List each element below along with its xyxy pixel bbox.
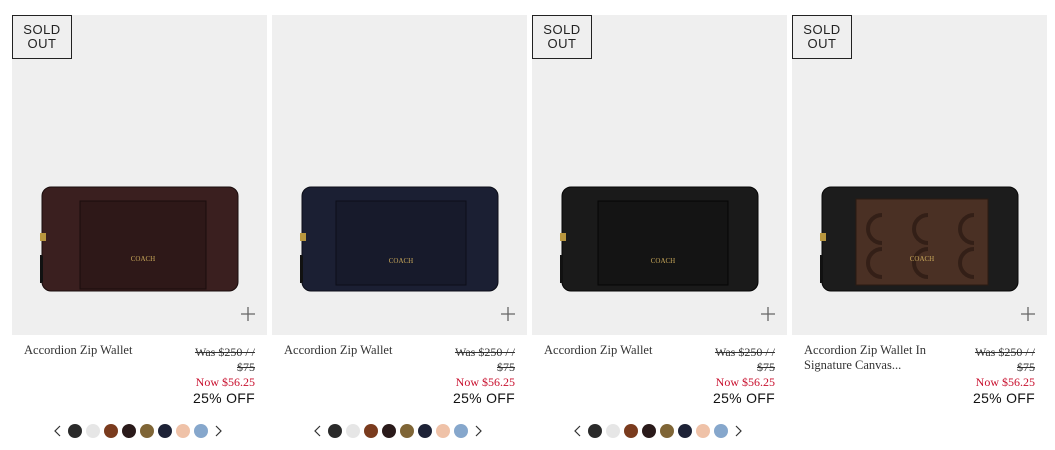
swatch[interactable] — [176, 424, 190, 438]
chevron-left-icon[interactable] — [52, 424, 64, 438]
price-block: Was $250 / / $75 Now $56.25 25% OFF — [425, 345, 515, 407]
swatch[interactable] — [194, 424, 208, 438]
product-card[interactable]: SOLD OUT COACH Accordion Zip Wallet In S… — [792, 15, 1047, 450]
product-card[interactable]: COACH Accordion Zip Wallet Was $250 / / … — [272, 15, 527, 450]
was-price: Was $250 / / — [194, 345, 255, 359]
swatch[interactable] — [86, 424, 100, 438]
was-price-cont: $75 — [757, 360, 775, 374]
wallet-image: COACH — [560, 186, 759, 292]
was-price-cont: $75 — [1017, 360, 1035, 374]
swatch[interactable] — [606, 424, 620, 438]
chevron-right-icon[interactable] — [732, 424, 744, 438]
was-price: Was $250 / / — [974, 345, 1035, 359]
was-price: Was $250 / / — [454, 345, 515, 359]
was-price-cont: $75 — [497, 360, 515, 374]
was-price: Was $250 / / — [714, 345, 775, 359]
swatch[interactable] — [104, 424, 118, 438]
swatch[interactable] — [382, 424, 396, 438]
now-price: Now $56.25 — [975, 375, 1035, 389]
product-image[interactable]: SOLD OUT COACH — [12, 15, 267, 335]
discount-label: 25% OFF — [192, 390, 255, 406]
now-price: Now $56.25 — [715, 375, 775, 389]
discount-label: 25% OFF — [452, 390, 515, 406]
swatch[interactable] — [328, 424, 342, 438]
brand-logo: COACH — [651, 257, 676, 265]
brand-logo: COACH — [910, 255, 935, 263]
now-price: Now $56.25 — [195, 375, 255, 389]
price-block: Was $250 / / $75 Now $56.25 25% OFF — [685, 345, 775, 407]
price-block: Was $250 / / $75 Now $56.25 25% OFF — [945, 345, 1035, 407]
product-image[interactable]: SOLD OUT COACH — [532, 15, 787, 335]
swatch[interactable] — [642, 424, 656, 438]
sold-out-badge: SOLD OUT — [12, 15, 72, 59]
swatch[interactable] — [400, 424, 414, 438]
swatch[interactable] — [714, 424, 728, 438]
swatch[interactable] — [436, 424, 450, 438]
swatch[interactable] — [660, 424, 674, 438]
product-name[interactable]: Accordion Zip Wallet — [284, 343, 434, 358]
brand-logo: COACH — [389, 257, 414, 265]
plus-icon[interactable] — [499, 305, 517, 323]
product-card[interactable]: SOLD OUT COACH Accordion Zip Wallet Was … — [12, 15, 267, 450]
discount-label: 25% OFF — [972, 390, 1035, 406]
product-image[interactable]: COACH — [272, 15, 527, 335]
swatch[interactable] — [696, 424, 710, 438]
discount-label: 25% OFF — [712, 390, 775, 406]
wallet-image: COACH — [300, 186, 499, 292]
brand-logo: COACH — [131, 255, 156, 263]
swatch[interactable] — [418, 424, 432, 438]
now-price: Now $56.25 — [455, 375, 515, 389]
product-card[interactable]: SOLD OUT COACH Accordion Zip Wallet Was … — [532, 15, 787, 450]
product-name[interactable]: Accordion Zip Wallet — [544, 343, 694, 358]
product-name[interactable]: Accordion Zip Wallet In Signature Canvas… — [804, 343, 954, 373]
product-name[interactable]: Accordion Zip Wallet — [24, 343, 174, 358]
color-swatches — [312, 424, 484, 438]
chevron-left-icon[interactable] — [572, 424, 584, 438]
swatch[interactable] — [588, 424, 602, 438]
chevron-right-icon[interactable] — [212, 424, 224, 438]
chevron-right-icon[interactable] — [472, 424, 484, 438]
swatch[interactable] — [624, 424, 638, 438]
was-price-cont: $75 — [237, 360, 255, 374]
swatch[interactable] — [678, 424, 692, 438]
wallet-image: COACH — [820, 186, 1019, 292]
swatch[interactable] — [158, 424, 172, 438]
swatch[interactable] — [346, 424, 360, 438]
chevron-left-icon[interactable] — [312, 424, 324, 438]
sold-out-badge: SOLD OUT — [792, 15, 852, 59]
swatch[interactable] — [364, 424, 378, 438]
color-swatches — [572, 424, 744, 438]
swatch[interactable] — [454, 424, 468, 438]
plus-icon[interactable] — [759, 305, 777, 323]
product-image[interactable]: SOLD OUT COACH — [792, 15, 1047, 335]
swatch[interactable] — [68, 424, 82, 438]
price-block: Was $250 / / $75 Now $56.25 25% OFF — [165, 345, 255, 407]
swatch[interactable] — [140, 424, 154, 438]
swatch[interactable] — [122, 424, 136, 438]
plus-icon[interactable] — [1019, 305, 1037, 323]
wallet-image: COACH — [40, 186, 239, 292]
sold-out-badge: SOLD OUT — [532, 15, 592, 59]
plus-icon[interactable] — [239, 305, 257, 323]
color-swatches — [52, 424, 224, 438]
